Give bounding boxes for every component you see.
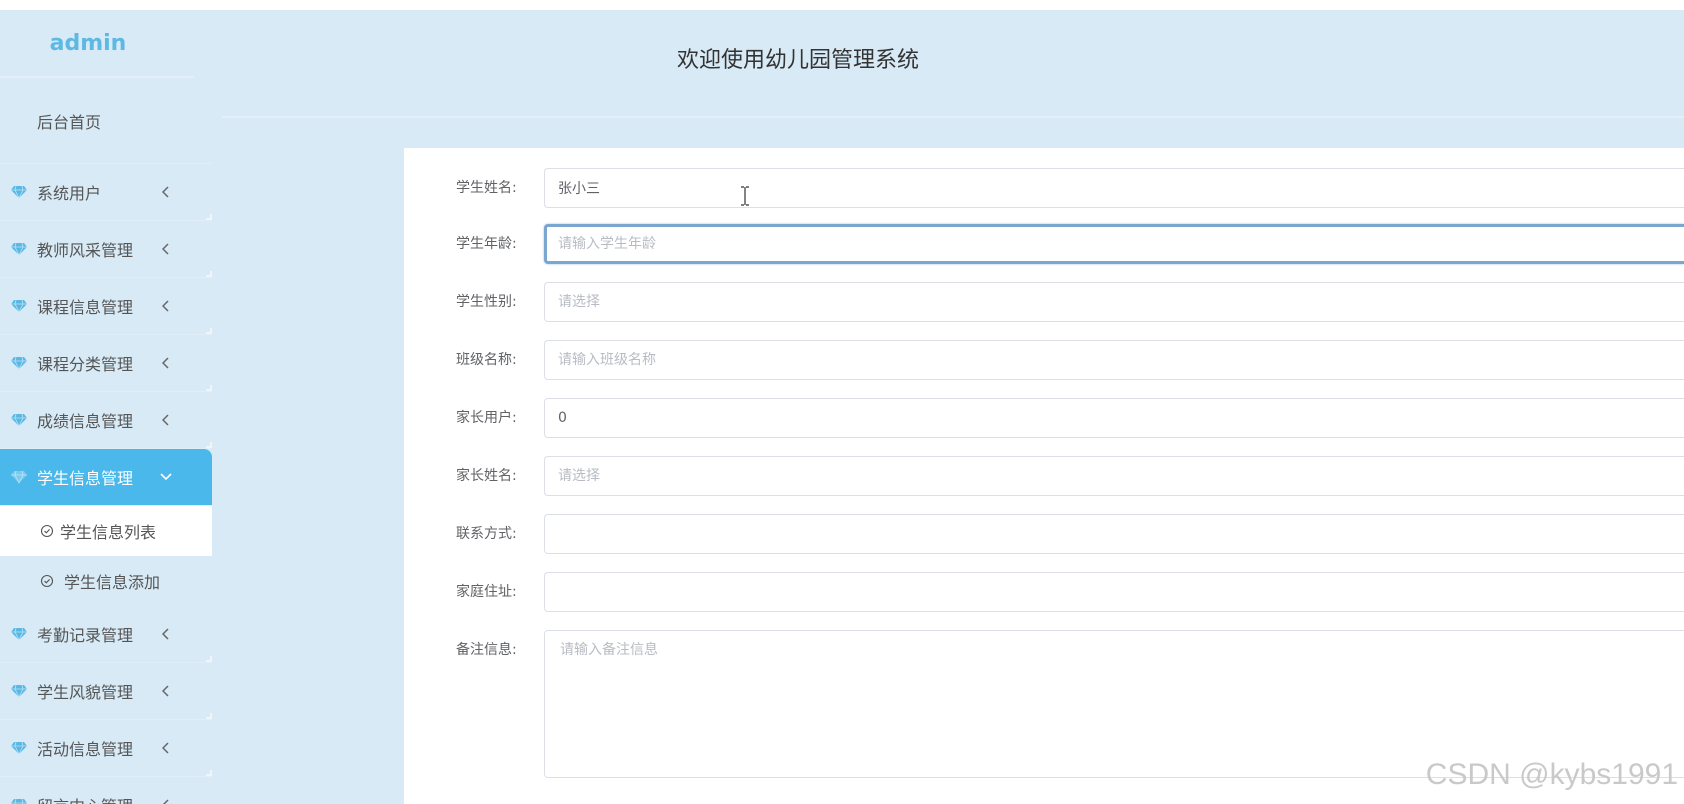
sidebar-item-label: 课程信息管理 [37, 298, 134, 317]
sidebar-item-label: 课程分类管理 [37, 355, 134, 374]
address-input[interactable] [544, 572, 1684, 612]
chevron-left-icon [158, 626, 174, 642]
remark-textarea[interactable] [544, 630, 1684, 778]
sidebar-item-label: 学生风貌管理 [37, 683, 134, 702]
sidebar-subitem-label: 学生信息添加 [64, 573, 161, 592]
chevron-left-icon [158, 740, 174, 756]
gem-icon [10, 412, 27, 429]
header-divider [222, 116, 1684, 118]
field-label: 联系方式: [456, 526, 517, 542]
gem-icon [10, 797, 27, 804]
sidebar-item-student-style[interactable]: 学生风貌管理 [0, 663, 212, 720]
form-row-address: 家庭住址: [404, 572, 1684, 612]
header: 欢迎使用幼儿园管理系统 [212, 10, 1684, 118]
brand-title: admin [0, 10, 194, 78]
chevron-left-icon [158, 184, 174, 200]
chevron-left-icon [158, 412, 174, 428]
app-container: admin 后台首页 系统用户 教师风采管理 课程信息管理 课程分类管理 成绩信… [0, 10, 1684, 804]
sidebar-item-label: 教师风采管理 [37, 241, 134, 260]
sidebar-item-label: 学生信息管理 [37, 469, 134, 488]
corner-decoration [206, 656, 212, 662]
form-row-class: 班级名称: [404, 340, 1684, 380]
sidebar-item-label: 活动信息管理 [37, 740, 134, 759]
form-row-parent-user: 家长用户: [404, 398, 1684, 438]
form-row-contact: 联系方式: [404, 514, 1684, 554]
field-label: 学生年龄: [456, 236, 517, 252]
sidebar-item-home[interactable]: 后台首页 [0, 78, 212, 164]
sidebar-subitem-student-add[interactable]: 学生信息添加 [0, 556, 212, 606]
sidebar-item-course-info[interactable]: 课程信息管理 [0, 278, 212, 335]
chevron-left-icon [158, 241, 174, 257]
gem-icon [10, 469, 27, 486]
contact-input[interactable] [544, 514, 1684, 554]
chevron-left-icon [158, 298, 174, 314]
sidebar-item-label: 系统用户 [37, 184, 102, 203]
gem-icon [10, 683, 27, 700]
sidebar: admin 后台首页 系统用户 教师风采管理 课程信息管理 课程分类管理 成绩信… [0, 10, 212, 804]
student-gender-select[interactable] [544, 282, 1684, 322]
gem-icon [10, 184, 27, 201]
sidebar-item-messages[interactable]: 留言中心管理 [0, 777, 212, 804]
form-row-gender: 学生性别: [404, 282, 1684, 322]
sidebar-item-system-users[interactable]: 系统用户 [0, 164, 212, 221]
page-title: 欢迎使用幼儿园管理系统 [677, 48, 920, 73]
sidebar-item-attendance[interactable]: 考勤记录管理 [0, 606, 212, 663]
sidebar-item-grades[interactable]: 成绩信息管理 [0, 392, 212, 449]
corner-decoration [206, 385, 212, 391]
gem-icon [10, 740, 27, 757]
field-label: 家长用户: [456, 410, 517, 426]
chevron-left-icon [158, 683, 174, 699]
form-row-parent-name: 家长姓名: [404, 456, 1684, 496]
sidebar-subitem-student-list[interactable]: 学生信息列表 [0, 506, 212, 556]
sidebar-item-activity[interactable]: 活动信息管理 [0, 720, 212, 777]
corner-decoration [206, 271, 212, 277]
gem-icon [10, 241, 27, 258]
sidebar-item-teacher[interactable]: 教师风采管理 [0, 221, 212, 278]
check-circle-icon [40, 524, 54, 538]
gem-icon [10, 298, 27, 315]
chevron-down-icon [158, 469, 174, 485]
field-label: 班级名称: [456, 352, 517, 368]
watermark: CSDN @kybs1991 [1425, 758, 1678, 791]
sidebar-item-label: 成绩信息管理 [37, 412, 134, 431]
sidebar-item-student-info[interactable]: 学生信息管理 [0, 449, 212, 506]
chevron-left-icon [158, 797, 174, 804]
corner-decoration [206, 442, 212, 448]
text-cursor-icon [741, 186, 749, 206]
field-label: 学生姓名: [456, 180, 517, 196]
student-form-panel: 学生姓名: 学生年龄: 学生性别: 班级名称: 家长用户: 家长姓名: 联系方式… [404, 148, 1684, 804]
field-label: 备注信息: [456, 642, 517, 658]
sidebar-item-course-category[interactable]: 课程分类管理 [0, 335, 212, 392]
field-label: 家庭住址: [456, 584, 517, 600]
parent-user-input[interactable] [544, 398, 1684, 438]
student-name-input[interactable] [544, 168, 1684, 208]
field-label: 学生性别: [456, 294, 517, 310]
class-name-input[interactable] [544, 340, 1684, 380]
field-label: 家长姓名: [456, 468, 517, 484]
gem-icon [10, 355, 27, 372]
chevron-left-icon [158, 355, 174, 371]
sidebar-item-label: 考勤记录管理 [37, 626, 134, 645]
corner-decoration [206, 214, 212, 220]
sidebar-item-label: 留言中心管理 [37, 793, 158, 804]
corner-decoration [206, 770, 212, 776]
corner-decoration [206, 713, 212, 719]
check-circle-icon [40, 574, 54, 588]
parent-name-select[interactable] [544, 456, 1684, 496]
form-row-age: 学生年龄: [404, 224, 1684, 264]
form-row-name: 学生姓名: [404, 168, 1684, 208]
sidebar-subitem-label: 学生信息列表 [60, 523, 157, 542]
student-age-input[interactable] [544, 224, 1684, 264]
gem-icon [10, 626, 27, 643]
corner-decoration [206, 328, 212, 334]
